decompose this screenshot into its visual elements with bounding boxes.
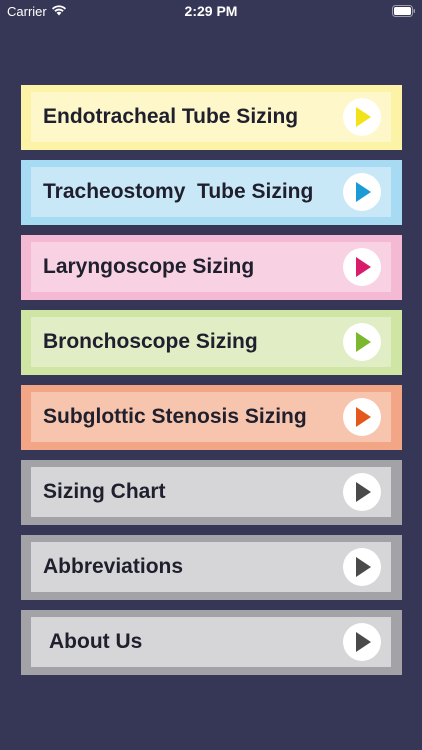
chevron-right-icon[interactable] (343, 398, 381, 436)
menu-item-panel: Sizing Chart (31, 467, 391, 517)
menu-item-tracheostomy-tube-sizing[interactable]: Tracheostomy Tube Sizing (21, 160, 402, 225)
chevron-right-icon[interactable] (343, 548, 381, 586)
menu-item-abbreviations[interactable]: Abbreviations (21, 535, 402, 600)
menu-item-bronchoscope-sizing[interactable]: Bronchoscope Sizing (21, 310, 402, 375)
arrow-shape (356, 632, 371, 652)
chevron-right-icon[interactable] (343, 323, 381, 361)
menu-item-panel: Tracheostomy Tube Sizing (31, 167, 391, 217)
chevron-right-icon[interactable] (343, 473, 381, 511)
menu-item-panel: Endotracheal Tube Sizing (31, 92, 391, 142)
menu-item-panel: Laryngoscope Sizing (31, 242, 391, 292)
menu-item-panel: Abbreviations (31, 542, 391, 592)
menu-item-sizing-chart[interactable]: Sizing Chart (21, 460, 402, 525)
menu-item-label: Laryngoscope Sizing (43, 255, 255, 278)
arrow-shape (356, 557, 371, 577)
menu-item-about-us[interactable]: About Us (21, 610, 402, 675)
menu-item-panel: About Us (31, 617, 391, 667)
menu-item-label: Abbreviations (43, 555, 184, 578)
arrow-shape (356, 182, 371, 202)
menu-item-panel: Bronchoscope Sizing (31, 317, 391, 367)
arrow-shape (356, 482, 371, 502)
clock: 2:29 PM (184, 3, 238, 19)
battery-icon (392, 5, 415, 17)
chevron-right-icon[interactable] (343, 248, 381, 286)
chevron-right-icon[interactable] (343, 623, 381, 661)
arrow-shape (356, 332, 371, 352)
menu-item-label: About Us (49, 630, 143, 653)
arrow-shape (356, 257, 371, 277)
menu-item-label: Sizing Chart (43, 480, 166, 503)
chevron-right-icon[interactable] (343, 98, 381, 136)
menu-item-label: Endotracheal Tube Sizing (43, 105, 299, 128)
menu-item-label: Tracheostomy Tube Sizing (43, 180, 314, 203)
arrow-shape (356, 107, 371, 127)
chevron-right-icon[interactable] (343, 173, 381, 211)
status-bar: Carrier 2:29 PM (0, 0, 422, 22)
menu-item-label: Subglottic Stenosis Sizing (43, 405, 307, 428)
menu-item-endotracheal-tube-sizing[interactable]: Endotracheal Tube Sizing (21, 85, 402, 150)
main-menu: Endotracheal Tube Sizing Tracheostomy Tu… (21, 85, 402, 685)
menu-item-subglottic-stenosis-sizing[interactable]: Subglottic Stenosis Sizing (21, 385, 402, 450)
arrow-shape (356, 407, 371, 427)
menu-item-label: Bronchoscope Sizing (43, 330, 258, 353)
menu-item-laryngoscope-sizing[interactable]: Laryngoscope Sizing (21, 235, 402, 300)
menu-item-panel: Subglottic Stenosis Sizing (31, 392, 391, 442)
